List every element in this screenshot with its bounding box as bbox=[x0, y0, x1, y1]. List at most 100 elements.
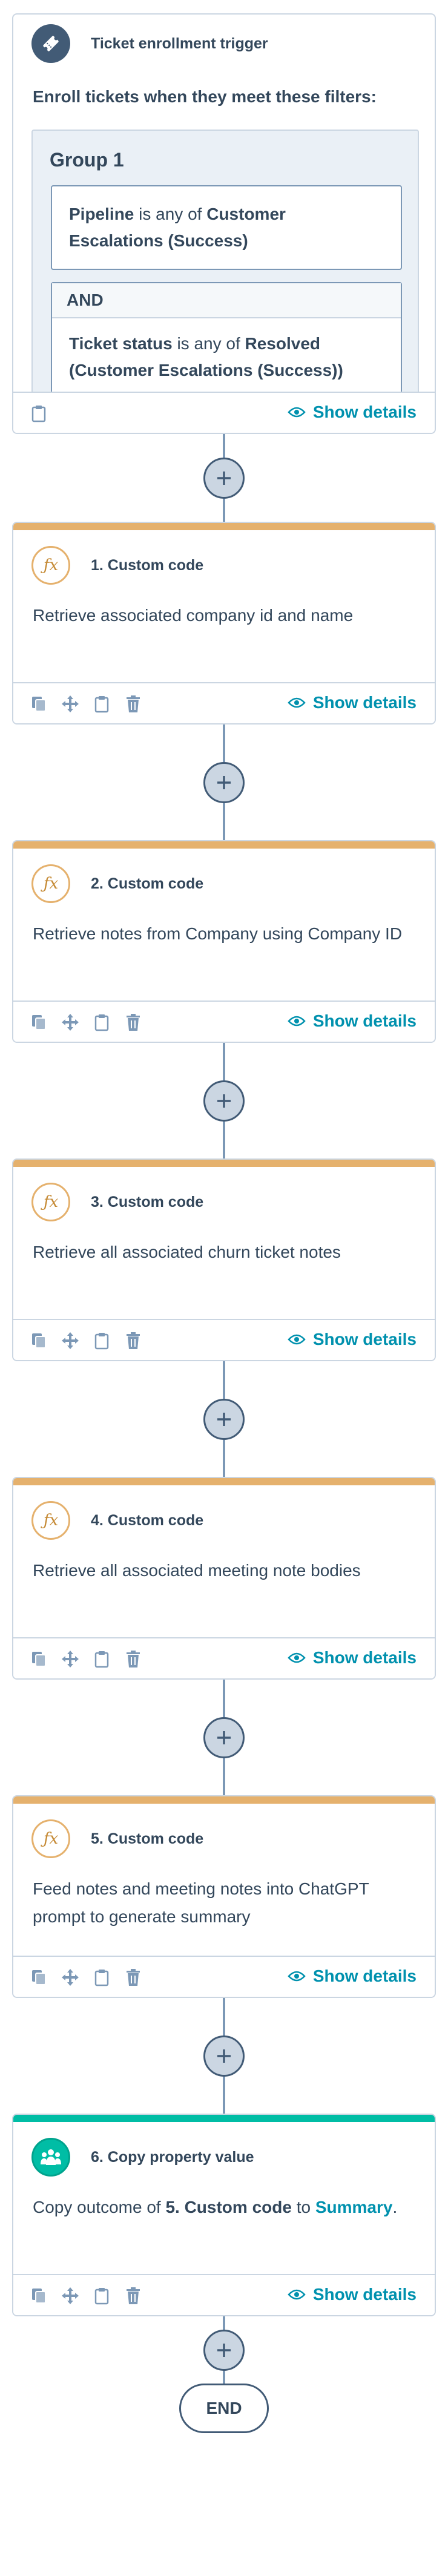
action-description: Retrieve all associated churn ticket not… bbox=[33, 1243, 341, 1261]
move-icon[interactable] bbox=[61, 2286, 80, 2305]
eye-icon bbox=[288, 1334, 306, 1345]
and-label: AND bbox=[52, 283, 401, 318]
action-header: ƒx 2. Custom code bbox=[31, 864, 203, 903]
description-part: . bbox=[392, 2198, 398, 2216]
add-step-button[interactable] bbox=[203, 1717, 245, 1758]
show-details-button[interactable]: Show details bbox=[288, 1011, 417, 1031]
action-description: Retrieve notes from Company using Compan… bbox=[33, 924, 403, 943]
clipboard-icon[interactable] bbox=[92, 694, 111, 714]
copy-icon[interactable] bbox=[29, 1013, 48, 1032]
action-header: ƒx 4. Custom code bbox=[31, 1501, 203, 1540]
clipboard-icon[interactable] bbox=[92, 2286, 111, 2305]
add-step-button[interactable] bbox=[203, 2035, 245, 2077]
action-card-1[interactable]: ƒx 1. Custom code Retrieve associated comp… bbox=[12, 522, 436, 724]
action-header: 6. Copy property value bbox=[31, 2138, 254, 2177]
action-title: 6. Copy property value bbox=[91, 2148, 254, 2166]
clipboard-icon[interactable] bbox=[92, 1968, 111, 1987]
description-part: 5. Custom code bbox=[165, 2198, 292, 2216]
filter-group: Group 1 Pipeline is any of Customer Esca… bbox=[31, 130, 419, 433]
trash-icon[interactable] bbox=[124, 2286, 143, 2305]
copy-icon[interactable] bbox=[29, 1968, 48, 1987]
eye-icon bbox=[288, 1971, 306, 1982]
fx-icon: ƒx bbox=[31, 1183, 70, 1221]
show-details-button[interactable]: Show details bbox=[288, 2285, 417, 2304]
show-details-button[interactable]: Show details bbox=[288, 1330, 417, 1349]
action-title: 5. Custom code bbox=[91, 1830, 204, 1847]
card-accent-bar bbox=[13, 2115, 435, 2122]
action-description: Retrieve all associated meeting note bod… bbox=[33, 1561, 361, 1580]
description-part: to bbox=[291, 2198, 315, 2216]
move-icon[interactable] bbox=[61, 1013, 80, 1032]
action-card-3[interactable]: ƒx 3. Custom code Retrieve all associated … bbox=[12, 1158, 436, 1361]
clipboard-icon[interactable] bbox=[92, 1013, 111, 1032]
card-tools bbox=[29, 2286, 143, 2305]
card-footer: Show details bbox=[13, 1319, 435, 1360]
show-details-label: Show details bbox=[312, 1011, 417, 1030]
action-description: Feed notes and meeting notes into ChatGP… bbox=[33, 1879, 369, 1926]
show-details-label: Show details bbox=[312, 1648, 417, 1667]
trash-icon[interactable] bbox=[124, 1968, 143, 1987]
clipboard-icon[interactable] bbox=[29, 404, 48, 423]
filter-property: Ticket status bbox=[69, 334, 173, 353]
card-tools bbox=[29, 1013, 143, 1032]
copy-icon[interactable] bbox=[29, 2286, 48, 2305]
copy-icon[interactable] bbox=[29, 694, 48, 714]
plus-icon bbox=[217, 1094, 231, 1108]
card-footer: Show details bbox=[13, 1000, 435, 1042]
card-footer: Show details bbox=[13, 392, 435, 433]
action-title: 1. Custom code bbox=[91, 556, 204, 574]
action-card-2[interactable]: ƒx 2. Custom code Retrieve notes from Comp… bbox=[12, 840, 436, 1043]
trash-icon[interactable] bbox=[124, 1331, 143, 1350]
action-header: ƒx 3. Custom code bbox=[31, 1183, 203, 1221]
show-details-label: Show details bbox=[312, 693, 417, 712]
trash-icon[interactable] bbox=[124, 1649, 143, 1669]
end-node: END bbox=[179, 2384, 269, 2433]
copy-icon[interactable] bbox=[29, 1649, 48, 1669]
action-card-5[interactable]: ƒx 5. Custom code Feed notes and meeting n… bbox=[12, 1795, 436, 1998]
copy-icon[interactable] bbox=[29, 1331, 48, 1350]
action-header: ƒx 5. Custom code bbox=[31, 1819, 203, 1858]
action-card-4[interactable]: ƒx 4. Custom code Retrieve all associated … bbox=[12, 1477, 436, 1680]
card-footer: Show details bbox=[13, 1956, 435, 1997]
move-icon[interactable] bbox=[61, 1331, 80, 1350]
card-tools bbox=[29, 1331, 143, 1350]
filter-pipeline[interactable]: Pipeline is any of Customer Escalations … bbox=[51, 185, 402, 270]
action-title: 4. Custom code bbox=[91, 1511, 204, 1529]
add-step-button[interactable] bbox=[203, 2329, 245, 2371]
show-details-button[interactable]: Show details bbox=[288, 1648, 417, 1668]
add-step-button[interactable] bbox=[203, 1080, 245, 1122]
show-details-label: Show details bbox=[312, 1966, 417, 1985]
trash-icon[interactable] bbox=[124, 1013, 143, 1032]
copy-property-icon bbox=[31, 2138, 70, 2177]
action-description: Copy outcome of 5. Custom code to Summar… bbox=[33, 2193, 417, 2221]
trash-icon[interactable] bbox=[124, 694, 143, 714]
show-details-button[interactable]: Show details bbox=[288, 693, 417, 712]
plus-icon bbox=[217, 471, 231, 485]
move-icon[interactable] bbox=[61, 1649, 80, 1669]
action-title: 2. Custom code bbox=[91, 875, 204, 892]
move-icon[interactable] bbox=[61, 1968, 80, 1987]
add-step-button[interactable] bbox=[203, 457, 245, 499]
card-footer: Show details bbox=[13, 682, 435, 723]
trigger-title: Ticket enrollment trigger bbox=[91, 34, 268, 52]
card-footer: Show details bbox=[13, 1637, 435, 1678]
show-details-button[interactable]: Show details bbox=[288, 402, 417, 422]
card-accent-bar bbox=[13, 1478, 435, 1485]
action-header: ƒx 1. Custom code bbox=[31, 546, 203, 585]
group-title: Group 1 bbox=[50, 149, 124, 171]
clipboard-icon[interactable] bbox=[92, 1331, 111, 1350]
card-tools bbox=[29, 404, 48, 423]
target-property-link[interactable]: Summary bbox=[315, 2198, 393, 2216]
filter-property: Pipeline bbox=[69, 205, 134, 223]
add-step-button[interactable] bbox=[203, 761, 245, 803]
trigger-card[interactable]: Ticket enrollment trigger Enroll tickets… bbox=[12, 13, 436, 434]
description-part: Copy outcome of bbox=[33, 2198, 166, 2216]
show-details-button[interactable]: Show details bbox=[288, 1966, 417, 1986]
action-card-6[interactable]: 6. Copy property value Copy outcome of 5.… bbox=[12, 2114, 436, 2316]
add-step-button[interactable] bbox=[203, 1398, 245, 1440]
card-accent-bar bbox=[13, 841, 435, 849]
move-icon[interactable] bbox=[61, 694, 80, 714]
trigger-intro: Enroll tickets when they meet these filt… bbox=[33, 87, 377, 106]
clipboard-icon[interactable] bbox=[92, 1649, 111, 1669]
filter-operator: is any of bbox=[172, 334, 245, 353]
